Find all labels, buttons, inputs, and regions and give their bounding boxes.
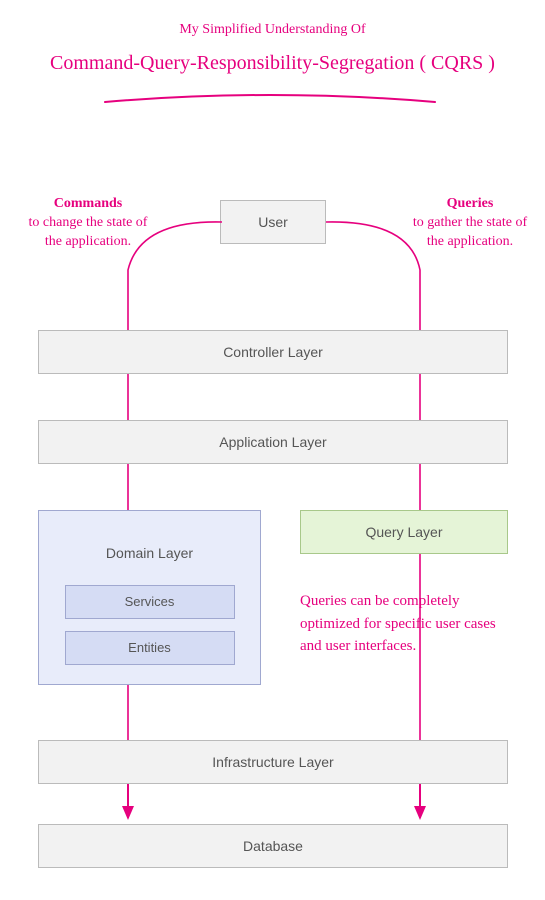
queries-heading: Queries (447, 196, 494, 211)
diagram-title: Command-Query-Responsibility-Segregation… (0, 52, 545, 75)
user-box: User (220, 200, 326, 244)
queries-annotation: Queries to gather the state of the appli… (410, 195, 530, 252)
commands-annotation: Commands to change the state of the appl… (28, 195, 148, 252)
query-layer-box: Query Layer (300, 510, 508, 554)
controller-layer-box: Controller Layer (38, 330, 508, 374)
domain-layer-label: Domain Layer (39, 545, 260, 561)
commands-heading: Commands (54, 196, 122, 211)
entities-box: Entities (65, 631, 235, 665)
queries-body: to gather the state of the application. (413, 215, 527, 249)
application-layer-box: Application Layer (38, 420, 508, 464)
services-box: Services (65, 585, 235, 619)
domain-layer-box: Domain Layer Services Entities (38, 510, 261, 685)
query-optimization-note: Queries can be completely optimized for … (300, 590, 510, 658)
database-box: Database (38, 824, 508, 868)
infrastructure-layer-box: Infrastructure Layer (38, 740, 508, 784)
diagram-subtitle: My Simplified Understanding Of (0, 22, 545, 38)
title-underline (100, 90, 440, 110)
commands-body: to change the state of the application. (29, 215, 148, 249)
